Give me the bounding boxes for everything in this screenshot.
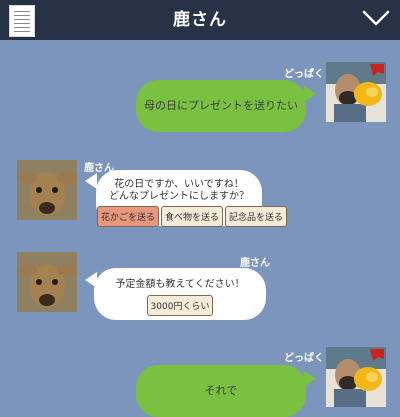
chat-header: 鹿さん: [0, 0, 400, 40]
sender-name: どっぱく: [284, 69, 324, 80]
quick-reply-button[interactable]: 花かごを送る: [97, 206, 160, 227]
bot-avatar[interactable]: [17, 160, 77, 220]
bubble-tail: [304, 86, 316, 102]
sender-name: 鹿さん: [240, 258, 270, 269]
message-line: 花の日ですか、いいですね！: [114, 179, 244, 190]
message-bubble: 花の日ですか、いいですね！ どんなプレゼントにしますか？ 花かごを送る 食べ物を送…: [96, 170, 288, 227]
user-avatar[interactable]: [326, 62, 386, 122]
message-line: 予定金額も教えてください！: [115, 279, 245, 290]
message-bubble: 予定金額も教えてください！ 3000円くらい: [94, 268, 266, 320]
quick-reply-button[interactable]: 食べ物を送る: [161, 206, 224, 227]
chat-area[interactable]: どっぱく 母の日にプレゼントを送りたい 鹿さん 花の日ですか、いいですね！ どん…: [0, 40, 400, 417]
chevron-down-icon[interactable]: [362, 8, 390, 28]
message-text: それで: [204, 384, 238, 397]
user-avatar[interactable]: [326, 347, 386, 407]
sender-name: どっぱく: [284, 353, 324, 364]
bot-avatar[interactable]: [17, 252, 77, 312]
quick-reply-button[interactable]: 記念品を送る: [225, 206, 288, 227]
quick-reply-button[interactable]: 3000円くらい: [146, 295, 214, 316]
chat-title: 鹿さん: [173, 10, 227, 30]
message-bubble: それで: [136, 365, 306, 417]
message-line: どんなプレゼントにしますか？: [109, 191, 249, 202]
message-bubble: 母の日にプレゼントを送りたい: [136, 80, 306, 132]
message-text: 母の日にプレゼントを送りたい: [144, 99, 298, 112]
bubble-tail: [304, 371, 316, 387]
